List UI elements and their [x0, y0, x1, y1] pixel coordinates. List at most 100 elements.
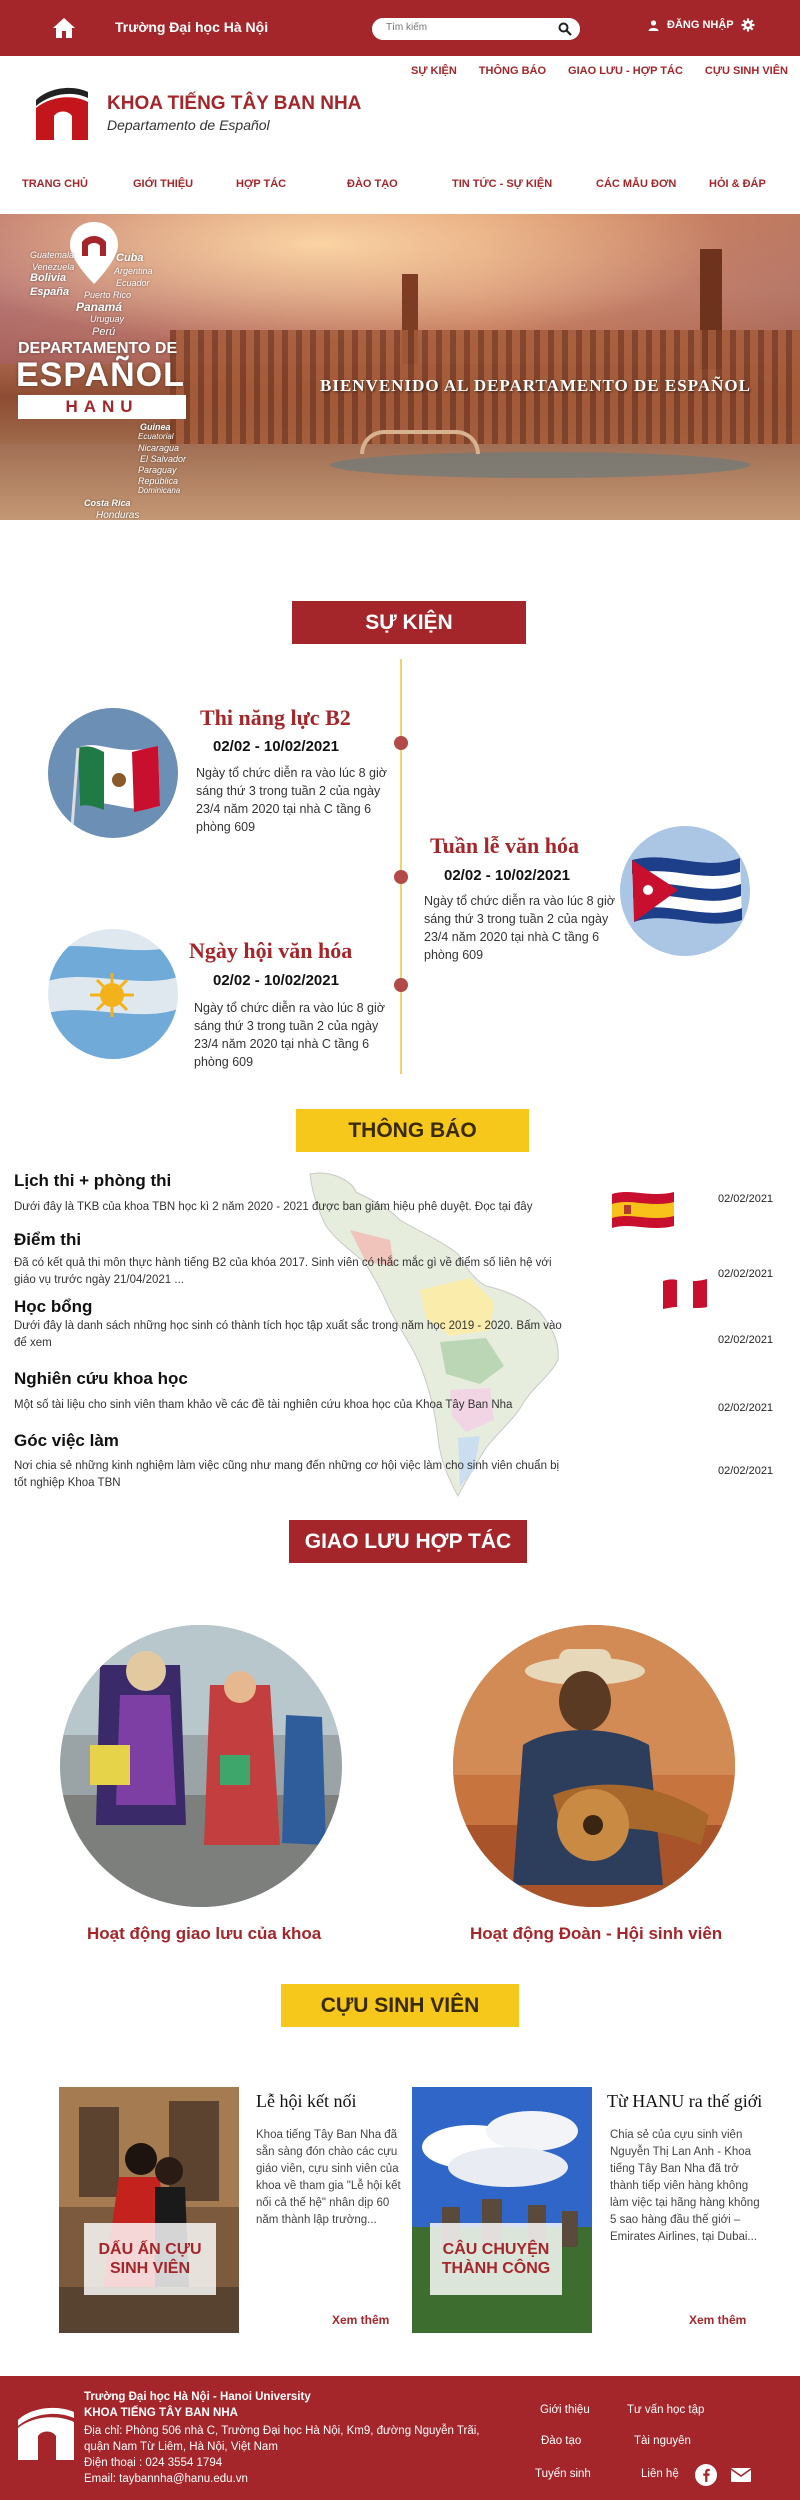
home-button[interactable] [36, 10, 92, 46]
coop-caption[interactable]: Hoạt động Đoàn - Hội sinh viên [470, 1924, 722, 1944]
hero-espanol-label: ESPAÑOL [16, 356, 185, 394]
event-desc: Ngày tổ chức diễn ra vào lúc 8 giờ sáng … [424, 894, 615, 962]
footer-university: Trường Đại học Hà Nội - Hanoi University [84, 2391, 311, 2403]
home-icon [53, 18, 75, 38]
country-label: Nicaragua [138, 443, 180, 453]
secondary-nav: SỰ KIỆN THÔNG BÁO GIAO LƯU - HỢP TÁC CỰU… [411, 65, 788, 77]
events-heading: SỰ KIỆN [292, 601, 526, 644]
notice-body: Dưới đây là TKB của khoa TBN học kì 2 nă… [14, 1201, 533, 1213]
search-box[interactable] [372, 18, 580, 40]
notice-title[interactable]: Góc việc làm [14, 1431, 119, 1451]
footer-link-admissions[interactable]: Tuyển sinh [535, 2468, 591, 2480]
alumni-title[interactable]: Từ HANU ra thế giới [607, 2091, 762, 2112]
event-title[interactable]: Ngày hội văn hóa [189, 938, 352, 964]
alumni-title[interactable]: Lễ hội kết nối [256, 2091, 356, 2112]
event-title[interactable]: Tuần lễ văn hóa [430, 833, 579, 859]
country-label: Uruguay [90, 314, 125, 324]
facebook-icon[interactable] [695, 2464, 717, 2486]
coop-caption[interactable]: Hoạt động giao lưu của khoa [87, 1924, 321, 1944]
footer-email[interactable]: Email: taybannha@hanu.edu.vn [84, 2472, 248, 2487]
footer: Trường Đại học Hà Nội - Hanoi University… [0, 2376, 800, 2500]
nav-cooperation[interactable]: HỢP TÁC [236, 178, 286, 190]
user-icon [648, 19, 659, 31]
notice-body: Đã có kết quả thi môn thực hành tiếng B2… [14, 1257, 552, 1286]
country-label: Ecuador [116, 278, 150, 288]
event-desc: Ngày tổ chức diễn ra vào lúc 8 giờ sáng … [194, 1001, 385, 1069]
hero-title: BIENVENIDO AL DEPARTAMENTO DE ESPAÑOL [320, 376, 751, 395]
department-subtitle: Departamento de Español [107, 117, 270, 133]
footer-link-about[interactable]: Giới thiệu [540, 2404, 590, 2416]
nav-news-events[interactable]: TIN TỨC - SỰ KIỆN [452, 178, 552, 190]
alumni-badge[interactable]: DẤU ẤN CỰU SINH VIÊN [84, 2223, 216, 2295]
hero-hanu-label: HANU [18, 395, 186, 419]
alumni-heading: CỰU SINH VIÊN [281, 1984, 519, 2027]
event-image-argentina-flag[interactable] [48, 929, 178, 1059]
notice-body: Nơi chia sẻ những kinh nghiệm làm việc c… [14, 1460, 560, 1489]
login-button[interactable]: ĐĂNG NHẬP [648, 19, 734, 31]
footer-link-training[interactable]: Đào tạo [541, 2435, 581, 2447]
coop-image-festival[interactable] [60, 1625, 342, 1907]
country-label: Puerto Rico [84, 290, 132, 300]
timeline-dot [394, 978, 408, 992]
events-timeline [400, 659, 402, 1074]
notice-date: 02/02/2021 [718, 1193, 774, 1205]
hero-depto-label: DEPARTAMENTO DE [18, 340, 178, 357]
nav-about[interactable]: GIỚI THIỆU [133, 178, 193, 190]
coop-image-guitarist[interactable] [453, 1625, 735, 1907]
country-label: República [138, 476, 179, 486]
footer-address: Địa chỉ: Phòng 506 nhà C, Trường Đại học… [84, 2425, 480, 2437]
country-label: Costa Rica [84, 498, 131, 508]
nav-home[interactable]: TRANG CHỦ [22, 178, 88, 190]
country-label: Guatemala [30, 250, 75, 260]
country-label: Dominicana [138, 486, 181, 495]
notice-title[interactable]: Lịch thi + phòng thi [14, 1171, 171, 1191]
hero-credit: Plaza de España (Sevilla, España) [664, 548, 788, 557]
notice-date: 02/02/2021 [718, 1465, 774, 1477]
footer-link-contact[interactable]: Liên hệ [641, 2468, 679, 2480]
footer-link-resources[interactable]: Tài nguyên [634, 2435, 691, 2447]
notice-body: Một số tài liệu cho sinh viên tham khảo … [14, 1399, 513, 1411]
country-label: Guinea [140, 422, 171, 432]
subnav-events[interactable]: SỰ KIỆN [411, 65, 457, 77]
department-logo[interactable] [34, 82, 90, 140]
cooperation-heading: GIAO LƯU HỢP TÁC [289, 1520, 527, 1563]
country-label: Cuba [116, 252, 144, 264]
notice-title[interactable]: Nghiên cứu khoa học [14, 1369, 188, 1389]
mail-icon[interactable] [730, 2464, 752, 2486]
country-label: Argentina [114, 266, 153, 276]
alumni-image-dancers[interactable] [59, 2087, 239, 2333]
notices-heading: THÔNG BÁO [296, 1109, 529, 1152]
search-input[interactable] [386, 22, 546, 33]
notice-date: 02/02/2021 [718, 1334, 774, 1346]
read-more-link[interactable]: Xem thêm [332, 2313, 389, 2327]
event-title[interactable]: Thi năng lực B2 [200, 705, 351, 731]
notice-title[interactable]: Điểm thi [14, 1230, 81, 1250]
subnav-cooperation[interactable]: GIAO LƯU - HỢP TÁC [568, 65, 683, 77]
footer-logo[interactable] [16, 2400, 76, 2460]
alumni-image-landscape[interactable] [412, 2087, 592, 2333]
country-label: Honduras [96, 510, 140, 521]
footer-department: KHOA TIẾNG TÂY BAN NHA [84, 2407, 238, 2419]
event-image-mexico-flag[interactable] [48, 708, 178, 838]
subnav-notices[interactable]: THÔNG BÁO [479, 65, 546, 77]
event-image-cuba-flag[interactable] [620, 826, 750, 956]
read-more-link[interactable]: Xem thêm [689, 2313, 746, 2327]
search-icon[interactable] [558, 22, 572, 36]
notice-title[interactable]: Học bổng [14, 1297, 92, 1317]
canal [330, 452, 750, 478]
subnav-alumni[interactable]: CỰU SINH VIÊN [705, 65, 788, 77]
university-name[interactable]: Trường Đại học Hà Nội [115, 19, 268, 35]
country-label: Colombia [50, 522, 89, 532]
department-name: KHOA TIẾNG TÂY BAN NHA [107, 93, 362, 114]
alumni-badge[interactable]: CÂU CHUYỆN THÀNH CÔNG [430, 2223, 562, 2295]
nav-training[interactable]: ĐÀO TẠO [347, 178, 398, 190]
nav-forms[interactable]: CÁC MẪU ĐƠN [596, 178, 676, 190]
event-date: 02/02 - 10/02/2021 [213, 972, 339, 989]
footer-link-advising[interactable]: Tư vấn học tập [627, 2404, 704, 2416]
alumni-text: Chia sẻ của cựu sinh viên Nguyễn Thị Lan… [610, 2129, 760, 2243]
notice-date: 02/02/2021 [718, 1402, 774, 1414]
gear-icon[interactable] [741, 18, 755, 32]
nav-faq[interactable]: HỎI & ĐÁP [709, 178, 766, 190]
country-label: Venezuela [32, 262, 75, 272]
country-label: México [74, 532, 115, 546]
